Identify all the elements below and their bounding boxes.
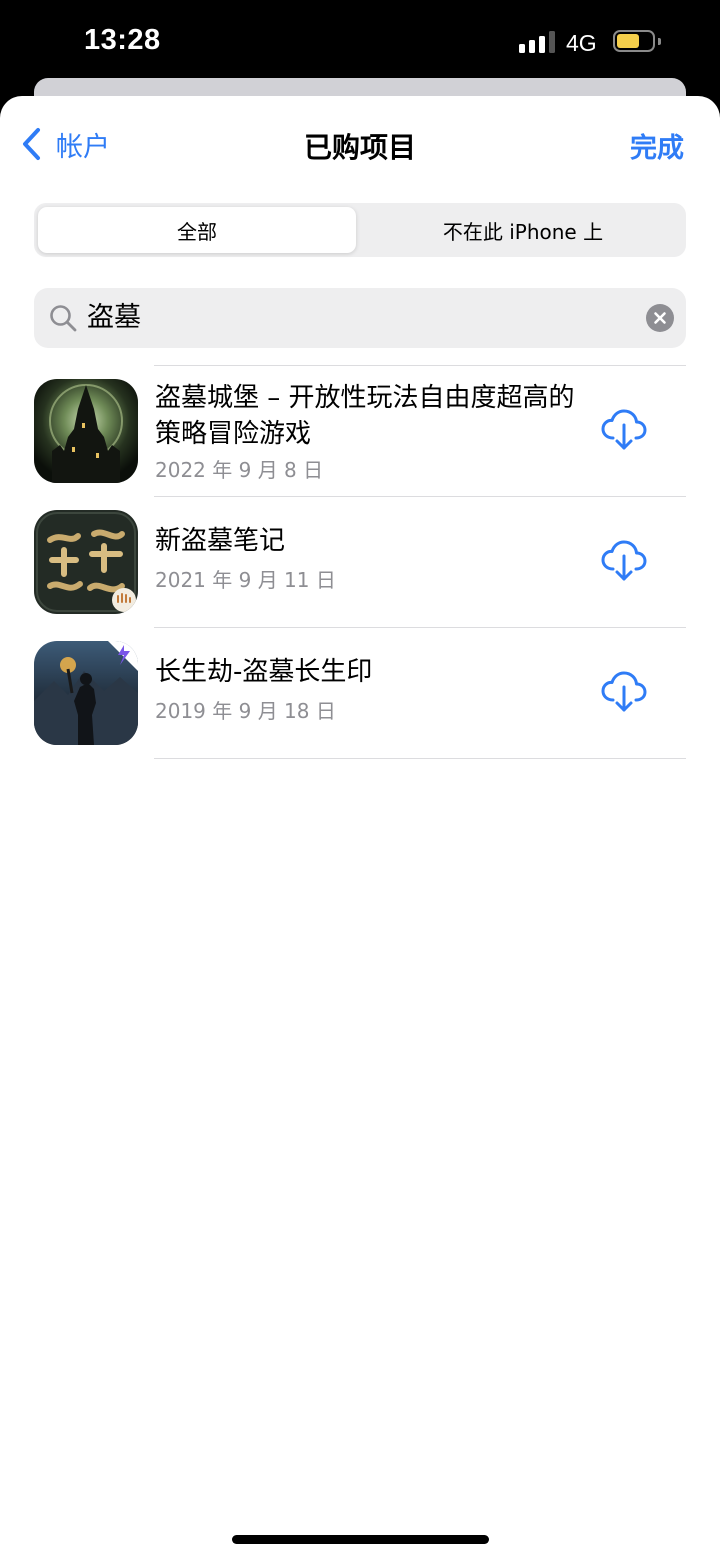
- signal-bar: [529, 40, 535, 53]
- app-date: 2019 年 9 月 18 日: [155, 699, 336, 723]
- list-item[interactable]: 长生劫-盗墓长生印 2019 年 9 月 18 日: [0, 628, 720, 758]
- app-name: 盗墓城堡 – 开放性玩法自由度超高的策略冒险游戏: [155, 383, 575, 449]
- search-icon: [50, 305, 77, 332]
- home-indicator[interactable]: [232, 1535, 489, 1544]
- back-button[interactable]: 帐户: [20, 126, 110, 163]
- app-icon-tomb-notes: [34, 510, 138, 614]
- app-date: 2021 年 9 月 11 日: [155, 568, 336, 592]
- segment-not-on-iphone[interactable]: 不在此 iPhone 上: [364, 207, 682, 253]
- battery-level: [617, 34, 639, 48]
- cloud-download-icon[interactable]: [600, 408, 648, 452]
- segment-all[interactable]: 全部: [38, 207, 356, 253]
- cloud-download-icon[interactable]: [600, 539, 648, 583]
- app-date: 2022 年 9 月 8 日: [155, 458, 324, 482]
- clear-search-icon[interactable]: [646, 304, 674, 332]
- battery-tip: [658, 38, 661, 45]
- app-icon-longevity-seal: [34, 641, 138, 745]
- search-query[interactable]: 盗墓: [87, 288, 141, 348]
- search-field[interactable]: 盗墓: [34, 288, 686, 348]
- list-divider: [154, 758, 686, 759]
- signal-bar: [549, 31, 555, 53]
- cellular-signal-icon: [519, 31, 557, 53]
- signal-bar: [539, 36, 545, 53]
- network-type: 4G: [566, 30, 597, 56]
- battery-icon: [613, 30, 655, 52]
- chevron-left-icon: [23, 128, 40, 160]
- app-name: 长生劫-盗墓长生印: [155, 657, 373, 687]
- purchased-sheet: 帐户 已购项目 完成 全部 不在此 iPhone 上 盗墓 盗墓城堡 – 开放性…: [0, 96, 720, 1558]
- list-item[interactable]: 盗墓城堡 – 开放性玩法自由度超高的策略冒险游戏 2022 年 9 月 8 日: [0, 366, 720, 496]
- back-label: 帐户: [56, 131, 110, 163]
- app-icon-castle: [34, 379, 138, 483]
- cloud-download-icon[interactable]: [600, 670, 648, 714]
- app-name: 新盗墓笔记: [155, 526, 286, 556]
- status-time: 13:28: [84, 24, 161, 56]
- signal-bar: [519, 44, 525, 53]
- list-item[interactable]: 新盗墓笔记 2021 年 9 月 11 日: [0, 497, 720, 627]
- status-bar: 13:28 4G: [0, 0, 720, 90]
- segmented-control: 全部 不在此 iPhone 上: [34, 203, 686, 257]
- done-button[interactable]: 完成: [630, 126, 684, 165]
